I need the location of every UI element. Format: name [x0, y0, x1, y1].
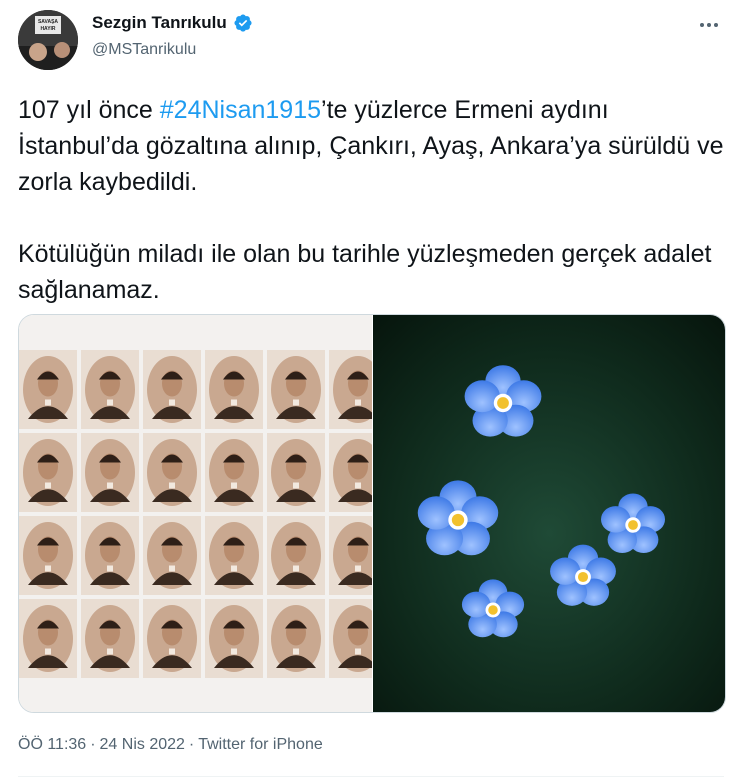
tweet-time[interactable]: ÖÖ 11:36: [18, 736, 86, 754]
author-name-row: Sezgin Tanrıkulu: [92, 13, 253, 33]
portrait-tile: [329, 350, 387, 429]
tweet-text-start: 107 yıl önce: [18, 96, 160, 124]
separator-dot: ·: [90, 736, 96, 753]
separator-dot: ·: [188, 736, 195, 753]
svg-text:SAVAŞA: SAVAŞA: [38, 19, 58, 25]
portrait-grid-image[interactable]: [19, 315, 387, 712]
avatar-image: SAVAŞA HAYIR: [18, 10, 78, 70]
tweet-media: [18, 314, 726, 713]
portrait-tile: [205, 350, 263, 429]
portrait-tile: [81, 516, 139, 595]
portrait-tile: [267, 350, 325, 429]
tweet-footer: ÖÖ 11:36 · 24 Nis 2022 · Twitter for iPh…: [18, 736, 323, 754]
portrait-tile: [205, 516, 263, 595]
portrait-tile: [81, 599, 139, 678]
forget-me-not-illustration: [373, 315, 725, 712]
portrait-tile: [81, 433, 139, 512]
portrait-tile: [329, 433, 387, 512]
portrait-tile: [143, 516, 201, 595]
more-options-icon: [700, 23, 718, 27]
tweet-paragraph-2: Kötülüğün miladı ile olan bu tarihle yüz…: [18, 240, 712, 304]
portrait-tile: [329, 599, 387, 678]
hashtag-link[interactable]: #24Nisan1915: [160, 96, 321, 124]
avatar[interactable]: SAVAŞA HAYIR: [18, 10, 78, 70]
portrait-tile: [205, 599, 263, 678]
portrait-tile: [19, 599, 77, 678]
more-options-button[interactable]: [694, 10, 724, 40]
tweet-paragraph-1: 107 yıl önce #24Nisan1915’te yüzlerce Er…: [18, 92, 728, 200]
svg-text:HAYIR: HAYIR: [40, 26, 55, 32]
tweet-source[interactable]: Twitter for iPhone: [198, 736, 323, 754]
verified-badge-icon: [234, 14, 252, 32]
portrait-tile: [329, 516, 387, 595]
portrait-tile: [143, 433, 201, 512]
portrait-tile: [143, 599, 201, 678]
portrait-tile: [19, 433, 77, 512]
tweet-date[interactable]: 24 Nis 2022: [100, 736, 185, 754]
portrait-grid-illustration: [19, 315, 387, 712]
tweet-text: 107 yıl önce #24Nisan1915’te yüzlerce Er…: [18, 92, 728, 308]
portrait-tile: [267, 433, 325, 512]
portrait-tile: [205, 433, 263, 512]
portrait-tile: [267, 599, 325, 678]
portrait-tile: [267, 516, 325, 595]
divider: [18, 776, 724, 777]
portrait-tile: [81, 350, 139, 429]
forget-me-not-image[interactable]: [373, 315, 725, 712]
author-name[interactable]: Sezgin Tanrıkulu: [92, 13, 227, 33]
author-handle[interactable]: @MSTanrikulu: [92, 41, 196, 59]
portrait-tile: [19, 350, 77, 429]
portrait-tile: [143, 350, 201, 429]
portrait-tile: [19, 516, 77, 595]
tweet: SAVAŞA HAYIR Sezgin Tanrıkulu @MSTanriku…: [0, 0, 740, 779]
